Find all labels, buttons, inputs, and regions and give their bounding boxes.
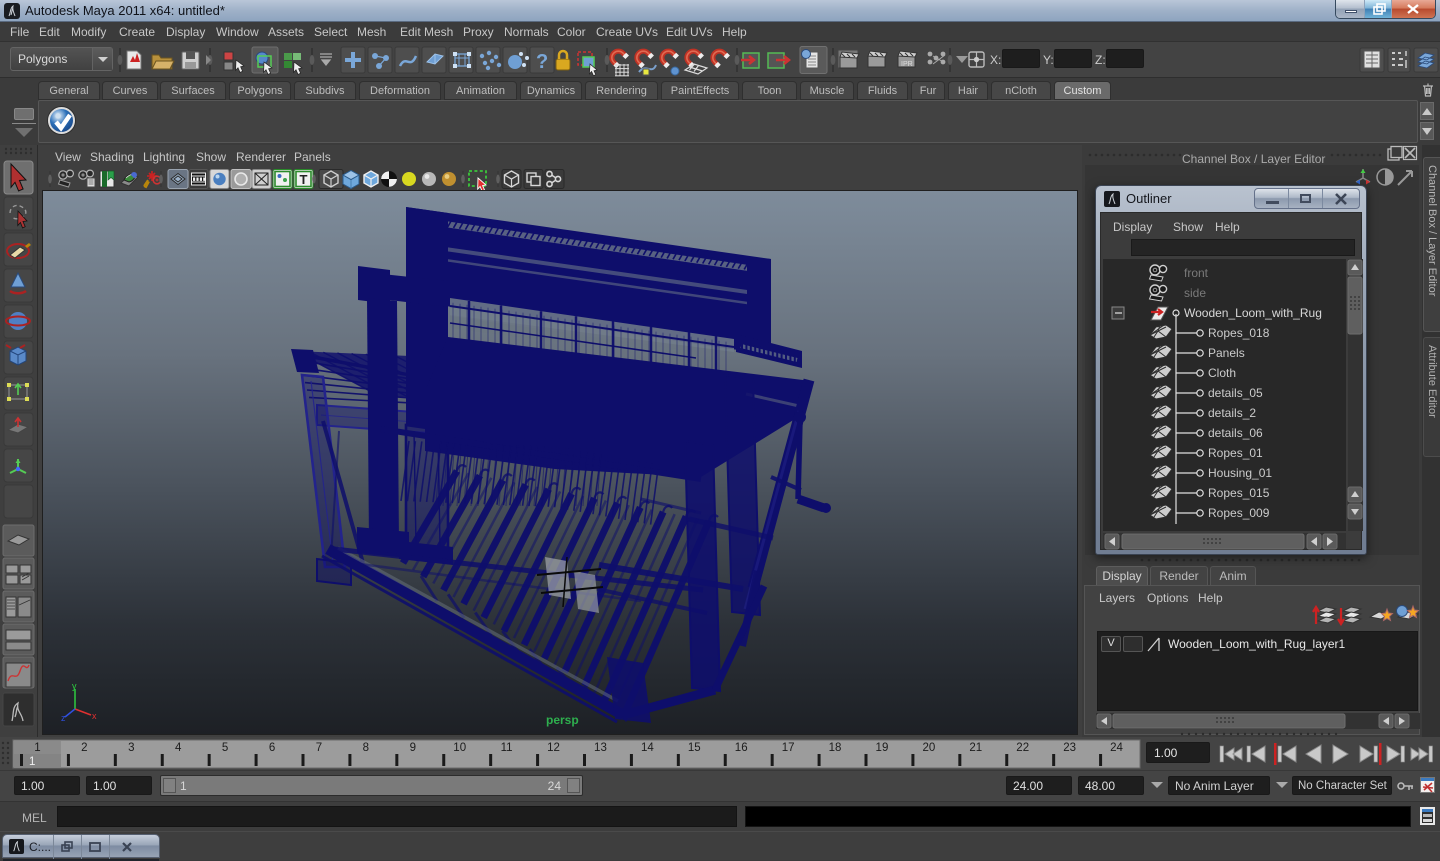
svg-text:21: 21 <box>969 742 982 754</box>
svg-text:7: 7 <box>316 742 322 754</box>
svg-text:1: 1 <box>34 742 40 754</box>
svg-text:Cloth: Cloth <box>1208 366 1236 380</box>
svg-text:y: y <box>72 681 77 691</box>
svg-text:Ropes_009: Ropes_009 <box>1208 506 1270 520</box>
svg-text:18: 18 <box>829 742 842 754</box>
svg-text:15: 15 <box>688 742 701 754</box>
svg-text:8: 8 <box>363 742 369 754</box>
svg-text:23: 23 <box>1063 742 1076 754</box>
svg-text:details_05: details_05 <box>1208 386 1263 400</box>
svg-text:Wooden_Loom_with_Rug: Wooden_Loom_with_Rug <box>1184 306 1322 320</box>
svg-text:Ropes_018: Ropes_018 <box>1208 326 1270 340</box>
svg-text:x: x <box>92 711 97 721</box>
svg-text:2: 2 <box>81 742 87 754</box>
svg-text:13: 13 <box>594 742 607 754</box>
svg-text:?: ? <box>536 51 548 73</box>
svg-text:z: z <box>61 713 66 721</box>
svg-text:5: 5 <box>222 742 228 754</box>
svg-text:19: 19 <box>876 742 889 754</box>
svg-text:T: T <box>300 172 308 187</box>
svg-text:6: 6 <box>269 742 275 754</box>
svg-text:side: side <box>1184 286 1206 300</box>
svg-text:17: 17 <box>782 742 795 754</box>
svg-text:Ropes_01: Ropes_01 <box>1208 446 1263 460</box>
svg-text:details_2: details_2 <box>1208 406 1256 420</box>
svg-text:20: 20 <box>922 742 935 754</box>
svg-text:10: 10 <box>453 742 466 754</box>
svg-text:Panels: Panels <box>1208 346 1245 360</box>
svg-text:12: 12 <box>547 742 560 754</box>
svg-text:Housing_01: Housing_01 <box>1208 466 1272 480</box>
svg-text:IPR: IPR <box>901 61 913 68</box>
svg-text:Ropes_015: Ropes_015 <box>1208 486 1270 500</box>
svg-text:22: 22 <box>1016 742 1029 754</box>
svg-text:9: 9 <box>410 742 416 754</box>
svg-text:11: 11 <box>501 742 513 754</box>
svg-text:front: front <box>1184 266 1209 280</box>
svg-text:1: 1 <box>29 756 35 768</box>
svg-text:details_06: details_06 <box>1208 426 1263 440</box>
svg-text:4: 4 <box>175 742 182 754</box>
svg-text:16: 16 <box>735 742 748 754</box>
svg-text:24: 24 <box>1110 742 1123 754</box>
svg-text:14: 14 <box>641 742 654 754</box>
svg-text:3: 3 <box>128 742 134 754</box>
